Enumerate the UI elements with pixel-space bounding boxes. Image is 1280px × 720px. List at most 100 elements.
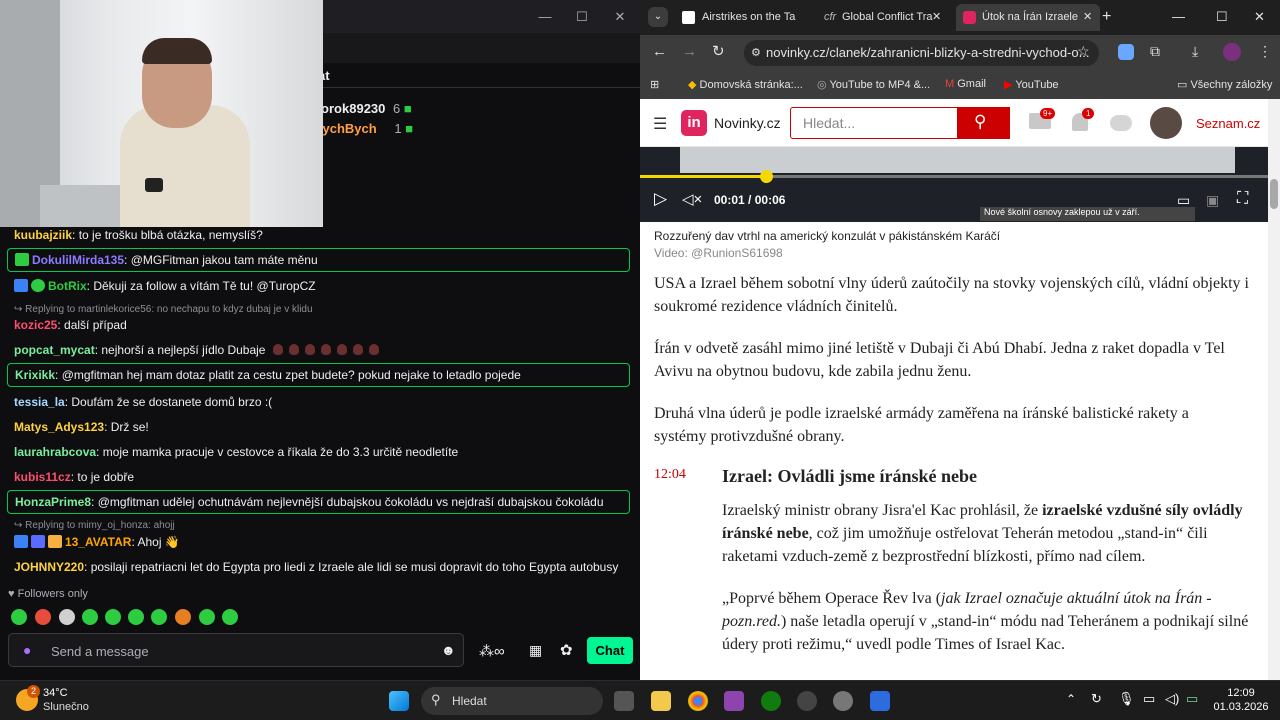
download-icon[interactable]: ⤓ (1192, 43, 1198, 60)
microphone-icon[interactable]: ● (23, 642, 31, 658)
bookmark-youtube[interactable]: ▶ YouTube (1004, 78, 1059, 91)
chat-message: kozic25: další případ (14, 318, 127, 332)
tray-expand-icon[interactable]: ⌃ (1066, 692, 1076, 706)
reload-icon[interactable]: ↻ (712, 42, 725, 60)
obs-icon[interactable] (797, 691, 817, 711)
app-icon[interactable] (870, 691, 890, 711)
emote-icon (336, 344, 347, 355)
taskbar-search[interactable]: ⚲ Hledat (421, 687, 603, 715)
chat-message: JOHNNY220: posilaji repatriacni let do E… (14, 560, 619, 574)
tab-utok-na-iran[interactable]: Útok na Írán Izraele ✕ (956, 4, 1100, 31)
seznam-link[interactable]: Seznam.cz (1196, 116, 1260, 131)
windows-start-icon[interactable] (389, 691, 409, 711)
play-icon[interactable]: ▷ (654, 189, 667, 209)
forward-icon[interactable]: → (682, 43, 697, 60)
article-paragraph: USA a Izrael během sobotní vlny úderů za… (654, 275, 1249, 315)
scrollbar-thumb[interactable] (1270, 179, 1278, 209)
weather-condition[interactable]: Slunečno (43, 701, 89, 713)
bookmark-gmail[interactable]: M Gmail (945, 78, 986, 90)
temperature[interactable]: 34°C (43, 687, 68, 699)
gifter-badge-icon (31, 535, 45, 548)
chrome-icon[interactable] (688, 691, 708, 711)
top-gifter[interactable]: rorok89230 6 ■ (316, 101, 412, 116)
profile-avatar[interactable] (1223, 43, 1241, 61)
extensions-icon[interactable]: ⧉ (1150, 43, 1160, 60)
minimize-icon[interactable]: — (1172, 9, 1185, 24)
tab-search-icon[interactable]: ⌄ (648, 7, 668, 27)
chat-message: Krixikk: @mgfitman hej mam dotaz platit … (15, 368, 521, 382)
emoji-icon[interactable]: ☻ (441, 642, 456, 658)
hamburger-menu-icon[interactable]: ☰ (653, 114, 667, 134)
settings-icon[interactable]: ✿ (560, 641, 573, 659)
apps-icon[interactable]: ⊞ (650, 78, 659, 91)
battery-icon[interactable]: ▭ (1186, 691, 1198, 707)
clock-time[interactable]: 12:09 (1216, 687, 1266, 699)
minimize-icon[interactable]: — (525, 9, 565, 24)
clock-date[interactable]: 01.03.2026 (1211, 701, 1271, 713)
bookmark-yt-mp4[interactable]: ◎ YouTube to MP4 &... (817, 78, 930, 91)
back-icon[interactable]: ← (652, 43, 667, 60)
emote-icon[interactable] (35, 609, 51, 625)
all-bookmarks[interactable]: ▭ Všechny záložky (1177, 78, 1272, 91)
pip-icon[interactable]: ▣ (1206, 192, 1219, 209)
maximize-icon[interactable]: ☐ (562, 9, 602, 25)
chat-input[interactable]: ● Send a message ☻ (8, 633, 464, 667)
chat-message: BotRix: Děkuji za follow a vítám Tě tu! … (14, 279, 626, 294)
app-icon[interactable] (724, 691, 744, 711)
bot-badge-icon (14, 535, 28, 548)
chat-message: tessia_la: Doufám že se dostanete domů b… (14, 395, 273, 409)
emote-icon[interactable] (11, 609, 27, 625)
bookmark-star-icon[interactable]: ☆ (1077, 43, 1090, 60)
article-paragraph: Izraelský ministr obrany Jisra'el Kac pr… (722, 502, 1243, 565)
maximize-icon[interactable]: ☐ (1216, 9, 1228, 25)
emote-icon[interactable] (105, 609, 121, 625)
mail-count-badge: 9+ (1040, 108, 1056, 119)
bits-icon[interactable]: ⁂∞ (479, 642, 505, 660)
page-scrollbar[interactable] (1268, 99, 1280, 680)
xbox-icon[interactable] (761, 691, 781, 711)
emote-icon[interactable] (175, 609, 191, 625)
new-tab-icon[interactable]: + (1102, 8, 1111, 26)
address-bar[interactable]: ⚙ novinky.cz/clanek/zahranicni-blizky-a-… (744, 40, 1099, 66)
chat-send-button[interactable]: Chat (587, 637, 633, 664)
mute-icon[interactable]: ◁× (682, 190, 702, 208)
tab-airstrikes[interactable]: Airstrikes on the Ta ✕ (678, 4, 815, 31)
reply-context[interactable]: ↪ Replying to mimy_oj_honza: ahojj (14, 520, 175, 531)
chat-bubble-icon[interactable] (1110, 115, 1132, 131)
reply-context[interactable]: ↪ Replying to martinlekorice56: no necha… (14, 304, 313, 315)
store-icon[interactable]: ▦ (529, 642, 542, 659)
top-gifter[interactable]: zychBych 1 ■ (316, 121, 413, 136)
emote-icon[interactable] (199, 609, 215, 625)
file-explorer-icon[interactable] (651, 691, 671, 711)
task-view-icon[interactable] (614, 691, 634, 711)
emote-icon (288, 344, 299, 355)
cast-icon[interactable]: ▭ (1177, 192, 1190, 209)
bookmark-home[interactable]: ◆ Domovská stránka:... (688, 78, 803, 91)
tab-global-conflict[interactable]: cfr Global Conflict Tra ✕ (820, 4, 950, 31)
menu-icon[interactable]: ⋮ (1258, 43, 1272, 60)
fullscreen-icon[interactable]: ⛶ (1237, 190, 1248, 208)
emote-icon[interactable] (59, 609, 75, 625)
volume-icon[interactable]: ◁) (1165, 691, 1179, 707)
video-progress-bar[interactable] (640, 170, 1268, 183)
novinky-logo-icon[interactable]: in (681, 110, 707, 136)
emote-icon[interactable] (82, 609, 98, 625)
settings-icon[interactable] (833, 691, 853, 711)
chat-message: kubis11cz: to je dobře (14, 470, 135, 484)
close-icon[interactable]: ✕ (600, 9, 640, 25)
site-name[interactable]: Novinky.cz (714, 115, 781, 131)
video-scrub-handle[interactable] (759, 170, 773, 183)
site-info-icon: ⚙ (751, 47, 761, 59)
video-player[interactable]: Nové školní osnovy zaklepou už v září. (640, 147, 1268, 222)
subscriber-badge-icon (15, 253, 29, 266)
emote-icon[interactable] (128, 609, 144, 625)
close-icon[interactable]: ✕ (1254, 9, 1265, 25)
network-icon[interactable]: ▭ (1143, 691, 1155, 707)
sync-icon[interactable]: ↻ (1091, 691, 1102, 707)
search-button[interactable]: ⚲ (957, 107, 1010, 139)
emote-icon[interactable] (222, 609, 238, 625)
microphone-icon[interactable]: 🎙 (1118, 691, 1135, 707)
user-avatar[interactable] (1150, 107, 1182, 139)
emote-icon[interactable] (151, 609, 167, 625)
extension-icon[interactable] (1118, 44, 1134, 60)
